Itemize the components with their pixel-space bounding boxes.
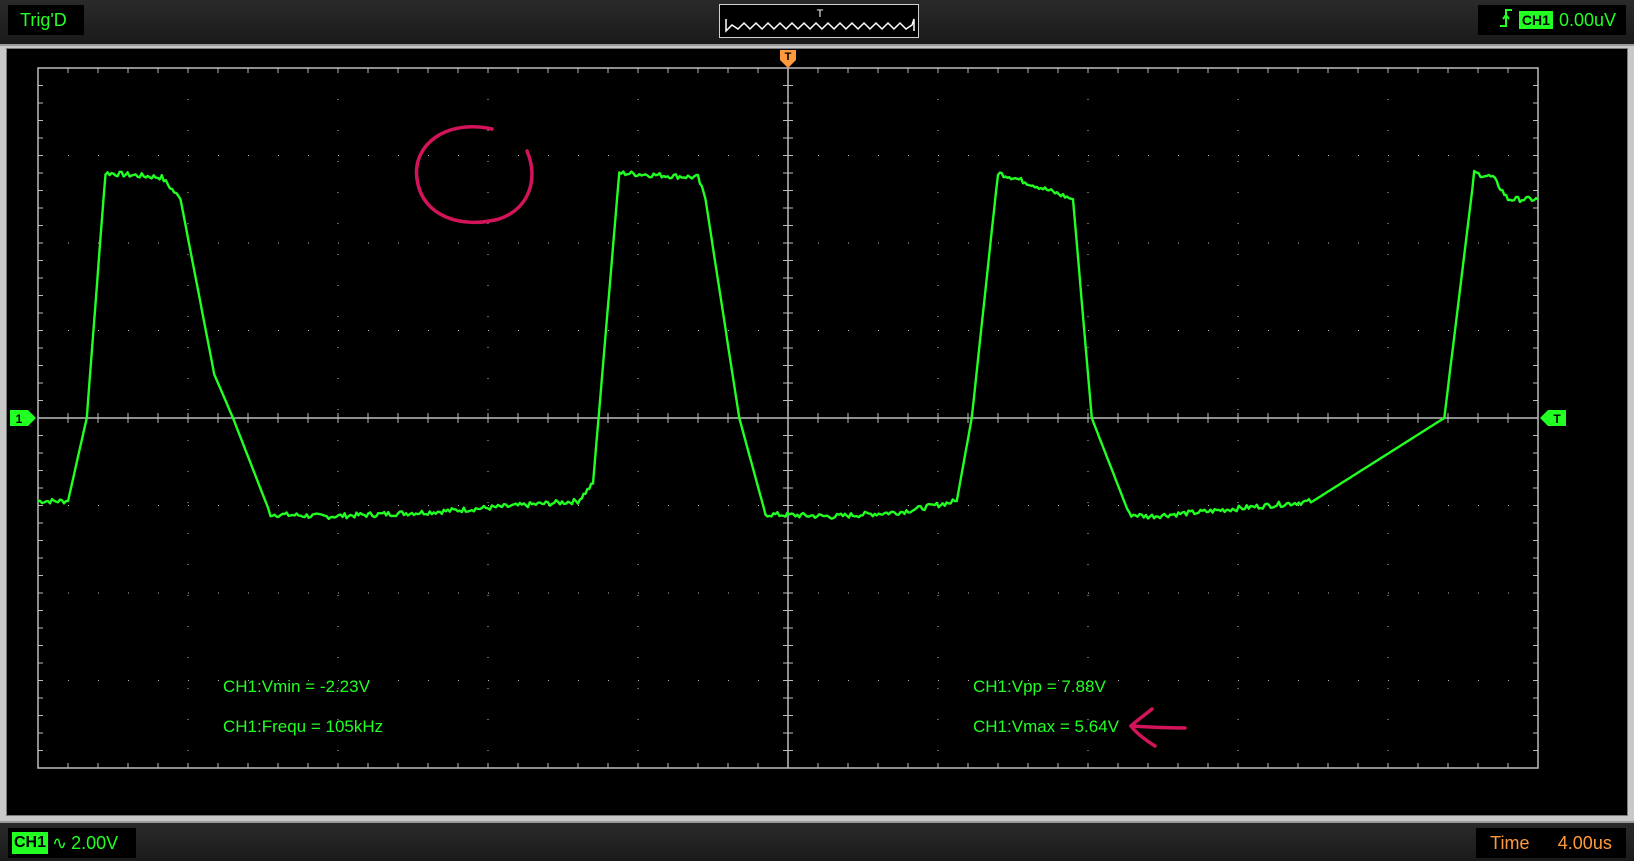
channel-ground-marker	[10, 410, 36, 426]
waveform-plot: T 1 T CH1:Vmin = -2.23V CH1:Frequ = 105kHz CH…	[10, 50, 1566, 769]
trigger-info[interactable]: CH1 0.00uV	[1478, 5, 1626, 35]
trigger-level-label: T	[1553, 412, 1561, 426]
timebase[interactable]: Time 4.00us	[1476, 828, 1626, 858]
time-label: Time	[1490, 832, 1530, 853]
time-per-div: 4.00us	[1557, 832, 1612, 853]
highlight-circle-icon	[414, 125, 534, 224]
measurement-readout: CH1:Vpp = 7.88V	[973, 677, 1106, 696]
channel-scale[interactable]: CH1 ∿ 2.00V	[8, 828, 136, 858]
overview-waveform: T	[725, 8, 915, 33]
rising-edge-icon	[1499, 8, 1513, 32]
channel-label: CH1	[12, 832, 49, 854]
coupling-icon: ∿	[52, 832, 68, 853]
volts-per-div: 2.00V	[71, 832, 119, 853]
channel-marker-label: 1	[16, 412, 23, 426]
trigger-status: Trig'D	[8, 5, 84, 35]
measurement-readout: CH1:Frequ = 105kHz	[223, 717, 383, 736]
pointer-arrow-icon	[1128, 707, 1187, 748]
measurement-readout: CH1:Vmax = 5.64V	[973, 717, 1120, 736]
top-status-bar: Trig'D T CH1 0.00uV	[0, 0, 1634, 46]
overview-trigger-marker: T	[817, 8, 824, 20]
oscilloscope-screen[interactable]: T 1 T CH1:Vmin = -2.23V CH1:Frequ = 105kHz CH…	[6, 48, 1628, 816]
waveform-overview[interactable]: T	[719, 4, 919, 38]
measurement-readout: CH1:Vmin = -2.23V	[223, 677, 371, 696]
trigger-position-label: T	[785, 51, 792, 63]
trigger-channel: CH1	[1518, 11, 1553, 29]
bottom-status-bar: CH1 ∿ 2.00V Time 4.00us	[0, 821, 1634, 861]
trigger-level: 0.00uV	[1558, 9, 1616, 30]
